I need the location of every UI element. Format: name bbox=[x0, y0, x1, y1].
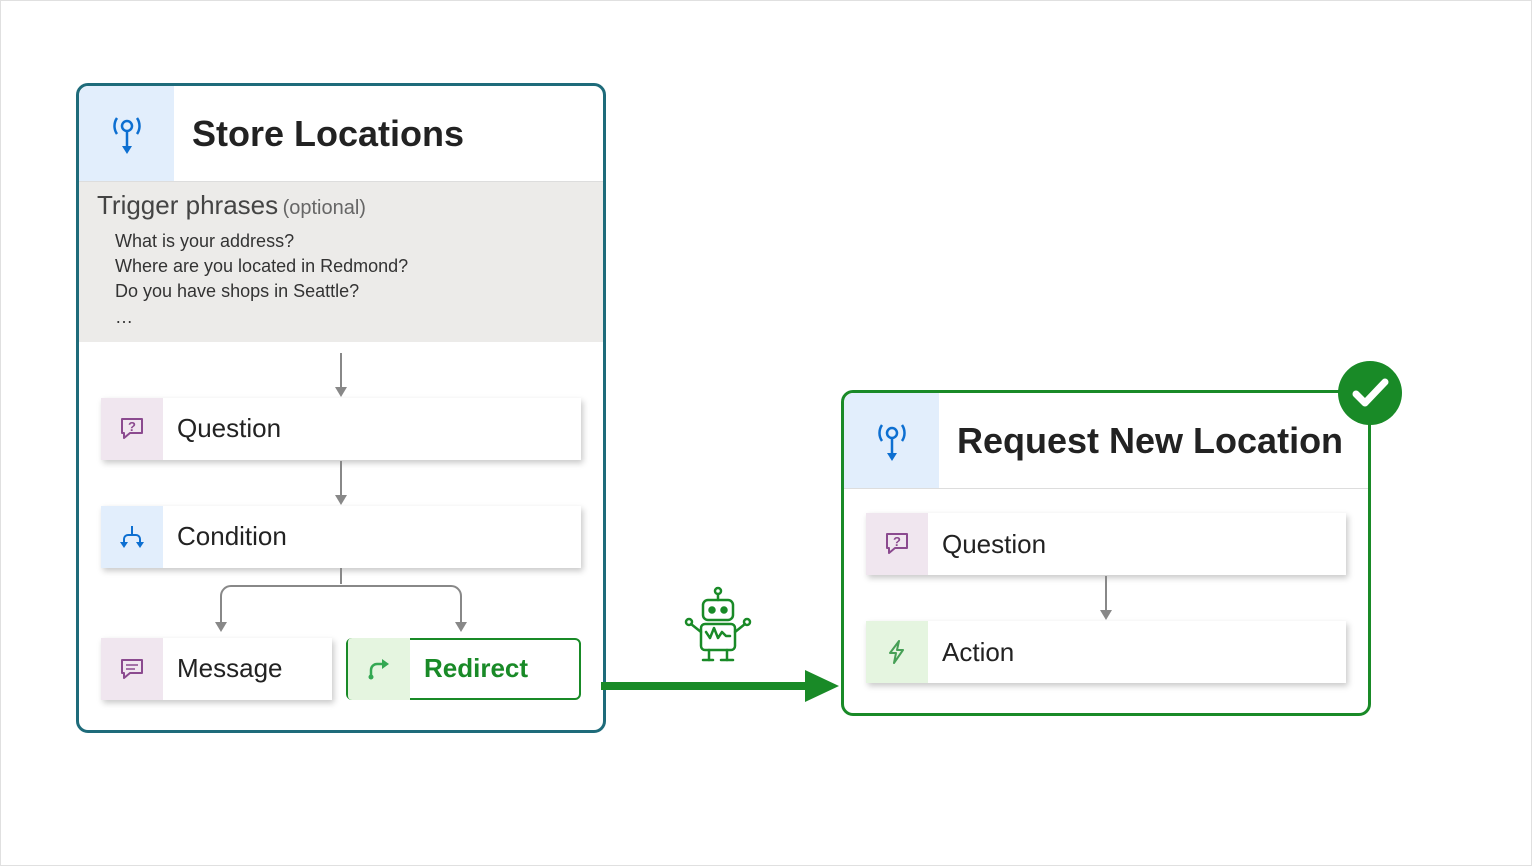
topic-icon bbox=[844, 393, 939, 488]
trigger-phrases-list: What is your address? Where are you loca… bbox=[115, 229, 585, 330]
node-redirect[interactable]: Redirect bbox=[346, 638, 581, 700]
node-label: Redirect bbox=[410, 653, 528, 684]
action-icon bbox=[866, 621, 928, 683]
trigger-phrases-section[interactable]: Trigger phrases (optional) What is your … bbox=[79, 181, 603, 342]
question-icon: ? bbox=[866, 513, 928, 575]
node-message[interactable]: Message bbox=[101, 638, 332, 700]
node-question[interactable]: ? Question bbox=[101, 398, 581, 460]
trigger-phrases-label: Trigger phrases bbox=[97, 190, 278, 220]
connector-arrow bbox=[866, 575, 1346, 621]
node-label: Question bbox=[163, 413, 281, 444]
trigger-phrase: Where are you located in Redmond? bbox=[115, 254, 585, 279]
topic-header: Request New Location bbox=[844, 393, 1368, 488]
trigger-phrases-optional: (optional) bbox=[283, 197, 366, 219]
broadcast-icon bbox=[109, 112, 145, 156]
node-label: Condition bbox=[163, 521, 287, 552]
question-icon: ? bbox=[101, 398, 163, 460]
node-label: Message bbox=[163, 653, 283, 684]
node-label: Question bbox=[928, 529, 1046, 560]
topic-title: Store Locations bbox=[192, 113, 464, 155]
message-icon bbox=[101, 638, 163, 700]
broadcast-icon bbox=[874, 419, 910, 463]
node-condition[interactable]: Condition bbox=[101, 506, 581, 568]
topic-card-request-new-location: Request New Location ? Question Action bbox=[841, 390, 1371, 716]
node-question[interactable]: ? Question bbox=[866, 513, 1346, 575]
topic-header: Store Locations bbox=[79, 86, 603, 181]
trigger-phrase: … bbox=[115, 305, 585, 330]
connector-arrow bbox=[101, 352, 581, 398]
redirect-icon bbox=[348, 638, 410, 700]
success-check-icon bbox=[1336, 359, 1404, 427]
branch-icon bbox=[101, 506, 163, 568]
connector-split bbox=[101, 568, 581, 638]
redirect-arrow bbox=[601, 666, 841, 706]
trigger-phrase: Do you have shops in Seattle? bbox=[115, 279, 585, 304]
trigger-phrase: What is your address? bbox=[115, 229, 585, 254]
connector-arrow bbox=[101, 460, 581, 506]
flow-canvas: ? Question Condition bbox=[79, 342, 603, 730]
bot-icon bbox=[681, 584, 756, 664]
topic-icon bbox=[79, 86, 174, 181]
svg-text:?: ? bbox=[128, 419, 136, 434]
svg-text:?: ? bbox=[893, 534, 901, 549]
flow-canvas: ? Question Action bbox=[844, 489, 1368, 713]
node-label: Action bbox=[928, 637, 1014, 668]
topic-title: Request New Location bbox=[957, 420, 1343, 462]
node-action[interactable]: Action bbox=[866, 621, 1346, 683]
topic-card-store-locations: Store Locations Trigger phrases (optiona… bbox=[76, 83, 606, 733]
